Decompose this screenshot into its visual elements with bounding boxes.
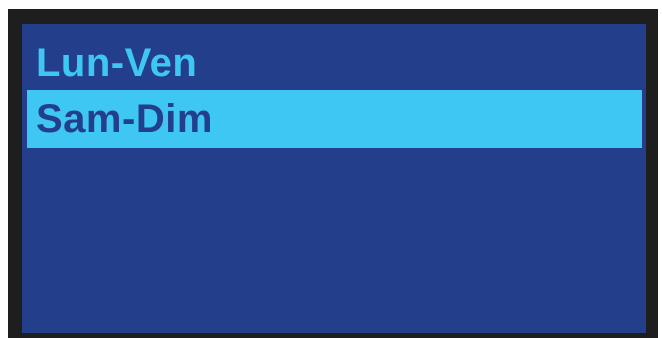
menu-item-label: Sam-Dim — [36, 97, 213, 141]
schedule-menu: Lun-Ven Sam-Dim — [27, 36, 642, 148]
lcd-screen: Lun-Ven Sam-Dim — [22, 24, 646, 333]
display-bezel: Lun-Ven Sam-Dim — [8, 9, 658, 338]
menu-item-label: Lun-Ven — [36, 41, 198, 85]
menu-item-lun-ven[interactable]: Lun-Ven — [27, 36, 642, 90]
menu-item-sam-dim[interactable]: Sam-Dim — [27, 90, 642, 148]
